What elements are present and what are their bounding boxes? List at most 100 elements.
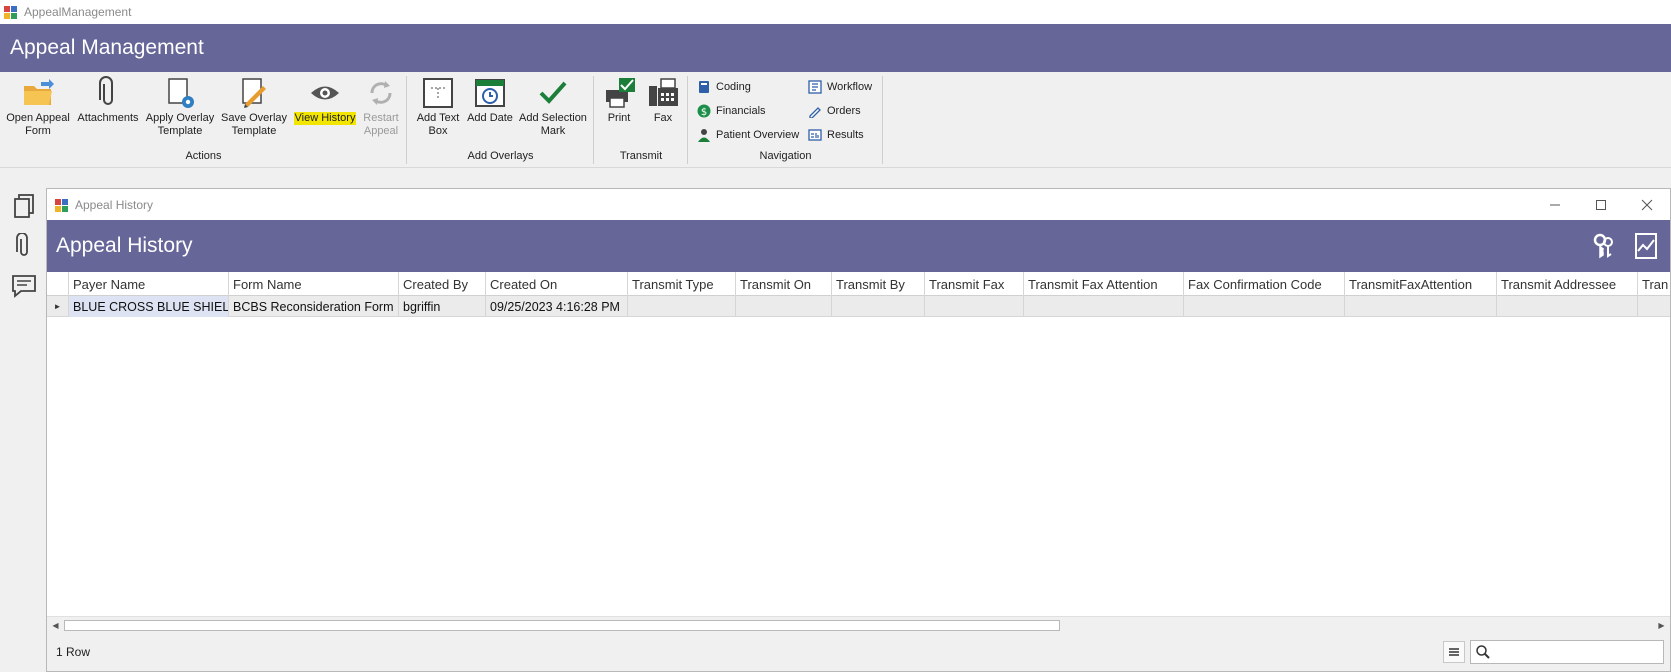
ribbon-group-add-overlays: Add Text Box Add Date Add Selection Mark… <box>407 72 594 168</box>
workflow-icon <box>808 80 822 94</box>
column-header[interactable]: Transmit On <box>736 272 832 296</box>
row-indicator-header <box>47 272 69 296</box>
scrollbar-thumb[interactable] <box>64 620 1060 631</box>
appeal-history-window: Appeal History Appeal History Payer Name… <box>46 188 1671 672</box>
apply-overlay-template-label-1: Apply Overlay <box>145 112 215 124</box>
group-separator <box>882 76 883 164</box>
app-icon <box>4 5 18 19</box>
table-cell[interactable]: 09/25/2023 4:16:28 PM <box>486 296 628 317</box>
add-text-box-label-1: Add Text <box>416 112 460 124</box>
table-cell[interactable] <box>736 296 832 317</box>
dollar-icon: $ <box>697 104 711 118</box>
table-cell[interactable] <box>1497 296 1638 317</box>
save-overlay-template-label-1: Save Overlay <box>220 112 288 124</box>
column-header[interactable]: Transmit By <box>832 272 925 296</box>
menu-icon <box>1449 648 1459 656</box>
row-expand-icon[interactable]: ► <box>47 296 69 316</box>
scroll-right-arrow[interactable]: ▶ <box>1653 617 1670 634</box>
close-icon <box>1641 199 1653 210</box>
column-header[interactable]: Created By <box>399 272 486 296</box>
fax-icon <box>646 76 680 110</box>
add-selection-mark-label-1: Add Selection <box>519 112 587 124</box>
table-cell[interactable]: bgriffin <box>399 296 486 317</box>
horizontal-scrollbar[interactable]: ◀ ▶ <box>47 616 1670 633</box>
table-cell[interactable] <box>925 296 1024 317</box>
table-cell[interactable] <box>832 296 925 317</box>
nav-coding-link[interactable]: Coding <box>697 80 751 94</box>
restart-appeal-button[interactable]: Restart Appeal <box>358 76 404 138</box>
ribbon-group-actions: Open Appeal Form Attachments Apply Overl… <box>0 72 407 168</box>
actions-group-label: Actions <box>185 150 222 162</box>
column-header[interactable]: TransmitFaxAttention <box>1345 272 1497 296</box>
column-chooser-button[interactable] <box>1443 641 1465 663</box>
column-header[interactable]: Transmit Addressee <box>1497 272 1638 296</box>
ribbon-group-navigation: Coding $ Financials Patient Overview Wor… <box>688 72 883 168</box>
maximize-button[interactable] <box>1578 189 1624 220</box>
nav-financials-link[interactable]: $ Financials <box>697 104 766 118</box>
add-date-label: Add Date <box>467 112 513 124</box>
nav-orders-link[interactable]: Orders <box>808 104 861 119</box>
search-input[interactable] <box>1495 642 1655 662</box>
table-cell[interactable] <box>1184 296 1345 317</box>
view-history-button[interactable]: View History <box>291 76 359 125</box>
left-icon-strip <box>0 176 46 672</box>
open-appeal-form-label-2: Form <box>25 125 51 137</box>
table-row[interactable]: ► BLUE CROSS BLUE SHIELD BCBS Reconsider… <box>47 296 1670 317</box>
restart-appeal-label-1: Restart <box>363 112 399 124</box>
add-selection-mark-button[interactable]: Add Selection Mark <box>517 76 589 138</box>
history-window-title: Appeal History <box>75 197 154 212</box>
calendar-clock-icon <box>473 76 507 110</box>
table-cell[interactable] <box>1638 296 1670 317</box>
view-history-label: View History <box>293 112 357 125</box>
minimize-button[interactable] <box>1532 189 1578 220</box>
comment-icon[interactable] <box>11 273 37 299</box>
column-header[interactable]: Fax Confirmation Code <box>1184 272 1345 296</box>
add-overlays-group-label: Add Overlays <box>467 150 534 162</box>
table-cell[interactable] <box>1024 296 1184 317</box>
attachments-button[interactable]: Attachments <box>76 76 140 125</box>
printer-icon <box>602 76 636 110</box>
documents-icon[interactable] <box>11 193 37 219</box>
column-header[interactable]: Transmit Type <box>628 272 736 296</box>
column-header[interactable]: Transmit Fax Attention <box>1024 272 1184 296</box>
navigation-group-label: Navigation <box>759 150 812 162</box>
ribbon-group-transmit: Print Fax Transmit <box>594 72 688 168</box>
print-button[interactable]: Print <box>598 76 640 125</box>
chart-document-icon[interactable] <box>1632 231 1660 261</box>
paperclip-icon[interactable] <box>11 232 37 259</box>
keys-icon[interactable] <box>1590 231 1618 261</box>
table-cell[interactable]: BCBS Reconsideration Form <box>229 296 399 317</box>
column-header[interactable]: Payer Name <box>69 272 229 296</box>
add-date-button[interactable]: Add Date <box>465 76 515 125</box>
nav-results-link[interactable]: Results <box>808 128 864 142</box>
attachments-label: Attachments <box>77 112 139 124</box>
text-box-icon <box>421 76 455 110</box>
history-window-titlebar: Appeal History <box>47 189 1670 220</box>
search-box[interactable] <box>1470 640 1664 664</box>
patient-icon <box>697 128 711 142</box>
open-appeal-form-button[interactable]: Open Appeal Form <box>4 76 72 138</box>
history-header: Appeal History <box>47 220 1670 272</box>
fax-button[interactable]: Fax <box>642 76 684 125</box>
table-cell[interactable]: BLUE CROSS BLUE SHIELD <box>69 296 229 317</box>
window-titlebar: AppealManagement <box>0 0 1671 24</box>
app-icon <box>55 198 69 212</box>
app-header: Appeal Management <box>0 24 1671 72</box>
column-header[interactable]: Transmit Fax <box>925 272 1024 296</box>
nav-patient-overview-link[interactable]: Patient Overview <box>697 128 799 142</box>
save-overlay-template-button[interactable]: Save Overlay Template <box>218 76 290 138</box>
nav-workflow-link[interactable]: Workflow <box>808 80 872 94</box>
close-button[interactable] <box>1624 189 1670 220</box>
table-cell[interactable] <box>1345 296 1497 317</box>
add-text-box-button[interactable]: Add Text Box <box>413 76 463 138</box>
grid-header-row: Payer Name Form Name Created By Created … <box>47 272 1670 296</box>
table-cell[interactable] <box>628 296 736 317</box>
column-header[interactable]: Tran <box>1638 272 1670 296</box>
nav-patient-overview-label: Patient Overview <box>716 129 800 141</box>
apply-overlay-template-button[interactable]: Apply Overlay Template <box>144 76 216 138</box>
apply-overlay-template-label-2: Template <box>157 125 203 137</box>
column-header[interactable]: Form Name <box>229 272 399 296</box>
scroll-left-arrow[interactable]: ◀ <box>47 617 64 634</box>
book-icon <box>697 80 711 94</box>
column-header[interactable]: Created On <box>486 272 628 296</box>
